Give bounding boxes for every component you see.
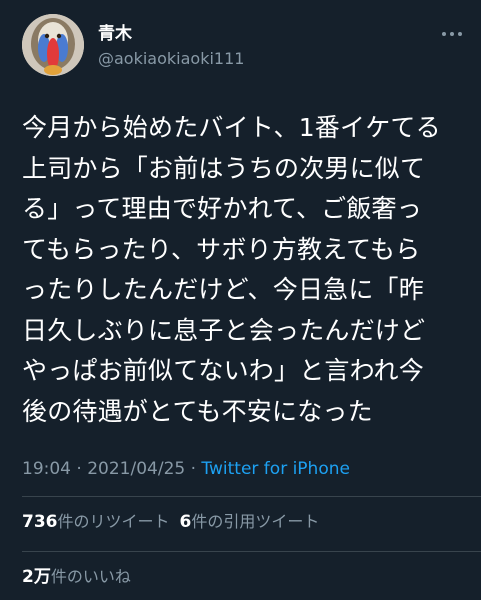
quotes-label: 件の引用ツイート <box>191 512 320 531</box>
avatar[interactable] <box>22 14 84 76</box>
author-display-name[interactable]: 青木 <box>98 24 132 44</box>
tweet-meta: 19:04 · 2021/04/25 · Twitter for iPhone <box>22 458 350 480</box>
likes-label: 件のいいね <box>50 567 131 586</box>
meta-separator-2: · <box>190 459 197 479</box>
tweet-source-link[interactable]: Twitter for iPhone <box>201 459 350 479</box>
likes-count: 2万 <box>22 567 51 587</box>
quotes-link[interactable]: 6件の引用ツイート <box>179 512 320 532</box>
more-horizontal-icon[interactable] <box>440 28 464 40</box>
retweets-count: 736 <box>22 512 58 532</box>
tweet-date[interactable]: 2021/04/25 <box>87 459 185 479</box>
divider <box>22 496 481 497</box>
tweet-text: 今月から始めたバイト、1番イケてる 上司から「お前はうちの次男に似て る」って理… <box>22 113 441 426</box>
quotes-count: 6 <box>179 512 192 532</box>
avatar-image <box>22 14 84 76</box>
likes-stats[interactable]: 2万件のいいね <box>22 566 131 588</box>
retweet-stats: 736件のリツイート 6件の引用ツイート <box>22 511 319 533</box>
tweet-time[interactable]: 19:04 <box>22 459 71 479</box>
divider-2 <box>22 551 481 552</box>
retweets-label: 件のリツイート <box>57 512 170 531</box>
retweets-link[interactable]: 736件のリツイート <box>22 512 170 532</box>
author-handle[interactable]: @aokiaokiaoki111 <box>98 49 244 69</box>
meta-separator: · <box>76 459 82 479</box>
